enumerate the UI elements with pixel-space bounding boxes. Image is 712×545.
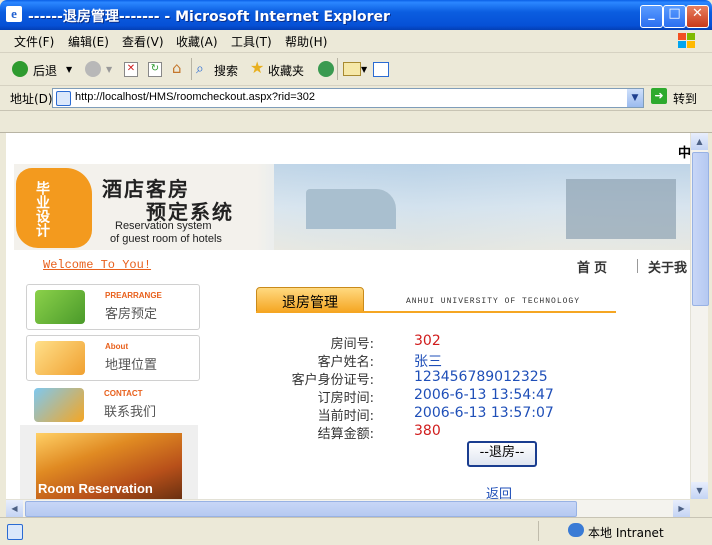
section-title: 退房管理 [282, 295, 338, 311]
university-name: ANHUI UNIVERSITY OF TECHNOLOGY [406, 297, 581, 306]
scroll-left-icon[interactable]: ◀ [6, 500, 23, 517]
mail-icon[interactable] [343, 62, 361, 76]
vertical-scrollbar[interactable]: ▲ ▼ [690, 133, 709, 499]
window-title: ------退房管理------- - Microsoft Internet E… [28, 9, 390, 25]
menu-tools[interactable]: 工具(T) [231, 33, 272, 50]
page-icon [56, 91, 71, 106]
nav-separator [637, 259, 638, 273]
sidebar-item-tag: PREARRANGE [105, 291, 162, 300]
puzzle-logo-icon [16, 168, 92, 248]
amount-label: 结算金额: [317, 427, 374, 442]
address-bar: 地址(D) http://localhost/HMS/roomcheckout.… [0, 86, 712, 111]
booking-time-value: 2006-6-13 13:54:47 [414, 387, 554, 403]
welcome-text: Welcome To You! [43, 258, 152, 272]
sidebar-item-prearrange[interactable]: PREARRANGE 客房预定 [26, 284, 200, 330]
go-button[interactable]: 转到 [673, 90, 697, 107]
mail-dropdown-icon[interactable]: ▼ [361, 65, 367, 74]
page-status-icon [7, 524, 23, 540]
vertical-scroll-thumb[interactable] [692, 152, 709, 306]
sidebar-item-tag: About [105, 342, 129, 351]
menu-view[interactable]: 查看(V) [122, 33, 164, 50]
forward-dropdown-icon[interactable]: ▼ [106, 65, 112, 74]
favorites-button[interactable]: 收藏夹 [268, 62, 304, 79]
nav-about-link[interactable]: 关于我 [648, 257, 687, 276]
scrollbar-corner [690, 499, 707, 516]
history-icon[interactable] [318, 61, 334, 77]
scroll-down-icon[interactable]: ▼ [691, 482, 708, 499]
stop-icon[interactable]: ✕ [124, 62, 138, 77]
toolbar: 后退 ▼ ▼ ✕ ↻ ⌂ ⌕ 搜索 ★ 收藏夹 ▼ [0, 53, 712, 86]
sidebar-item-tag: CONTACT [104, 389, 143, 398]
menu-bar: 文件(F) 编辑(E) 查看(V) 收藏(A) 工具(T) 帮助(H) [0, 30, 712, 53]
sidebar-item-label: 客房预定 [105, 307, 158, 322]
intranet-zone-icon [568, 523, 584, 537]
sidebar-item-contact[interactable]: CONTACT 联系我们 [26, 383, 198, 427]
section-divider [256, 311, 616, 313]
close-button[interactable]: ✕ [686, 5, 709, 28]
address-input[interactable]: http://localhost/HMS/roomcheckout.aspx?r… [52, 88, 644, 108]
minimize-button[interactable]: _ [640, 5, 663, 28]
language-char: 中 [678, 146, 690, 161]
current-time-label: 当前时间: [317, 409, 374, 424]
scroll-up-icon[interactable]: ▲ [691, 133, 708, 150]
customer-id-label: 客户身份证号: [291, 373, 374, 388]
forward-arrow-icon[interactable] [85, 61, 101, 77]
section-tab: 退房管理 [256, 287, 364, 313]
page-content: 中 毕业设计 酒店客房 预定系统 Reservation system of g… [6, 133, 690, 499]
maximize-button[interactable]: □ [663, 5, 686, 28]
address-dropdown-icon[interactable]: ▼ [627, 89, 643, 107]
sidebar-item-label: 联系我们 [104, 405, 157, 420]
sidebar-item-label: 地理位置 [105, 358, 158, 373]
toolbar-separator [337, 58, 338, 80]
search-icon[interactable]: ⌕ [196, 61, 212, 77]
current-time-value: 2006-6-13 13:57:07 [414, 405, 554, 421]
checkout-button[interactable]: --退房-- [467, 441, 537, 467]
scroll-right-icon[interactable]: ▶ [673, 500, 690, 517]
notepad-icon [35, 341, 85, 375]
search-button[interactable]: 搜索 [214, 62, 238, 79]
sidebar-item-location[interactable]: About 地理位置 [26, 335, 200, 381]
toolbar-separator [191, 58, 192, 80]
edit-page-icon[interactable] [373, 62, 389, 77]
customer-name-label: 客户姓名: [317, 355, 374, 370]
title-bar[interactable]: e ------退房管理------- - Microsoft Internet… [0, 0, 712, 30]
favorites-star-icon[interactable]: ★ [250, 60, 264, 76]
back-link[interactable]: 返回 [486, 483, 512, 499]
logo-text: 毕业设计 [34, 181, 50, 237]
horizontal-scroll-thumb[interactable] [25, 501, 577, 517]
menu-edit[interactable]: 编辑(E) [68, 33, 109, 50]
back-arrow-icon[interactable] [12, 61, 28, 77]
windows-logo-icon [678, 33, 695, 48]
room-number-label: 房间号: [330, 337, 374, 352]
status-bar: 本地 Intranet [0, 517, 712, 545]
customer-name-value: 张三 [414, 354, 442, 370]
envelope-icon [34, 388, 84, 422]
amount-value: 380 [414, 423, 441, 439]
nav-home-link[interactable]: 首页 [577, 257, 611, 276]
hotel-lobby-image [566, 179, 676, 239]
horizontal-scrollbar[interactable]: ◀ ▶ [6, 499, 690, 517]
hotel-building-image [306, 189, 396, 229]
brand-subtitle-line1: Reservation system [115, 220, 212, 232]
customer-id-value: 123456789012325 [414, 369, 548, 385]
refresh-icon[interactable]: ↻ [148, 62, 162, 77]
address-value[interactable]: http://localhost/HMS/roomcheckout.aspx?r… [75, 91, 315, 103]
security-zone-label: 本地 Intranet [588, 526, 664, 540]
go-arrow-icon[interactable]: ➜ [651, 88, 667, 104]
booking-time-label: 订房时间: [317, 391, 374, 406]
menu-help[interactable]: 帮助(H) [285, 33, 327, 50]
address-label: 地址(D) [10, 92, 53, 106]
status-separator [538, 521, 539, 541]
room-photo-caption: Room Reservation [38, 481, 153, 496]
books-icon [35, 290, 85, 324]
ie-icon: e [6, 6, 22, 22]
menu-file[interactable]: 文件(F) [14, 33, 54, 50]
menu-favorites[interactable]: 收藏(A) [176, 33, 218, 50]
brand-subtitle-line2: of guest room of hotels [110, 233, 222, 245]
back-button[interactable]: 后退 [33, 62, 57, 79]
back-dropdown-icon[interactable]: ▼ [66, 65, 72, 74]
room-number-value: 302 [414, 333, 441, 349]
toolbar-strip [0, 111, 712, 133]
home-icon[interactable]: ⌂ [172, 61, 188, 76]
